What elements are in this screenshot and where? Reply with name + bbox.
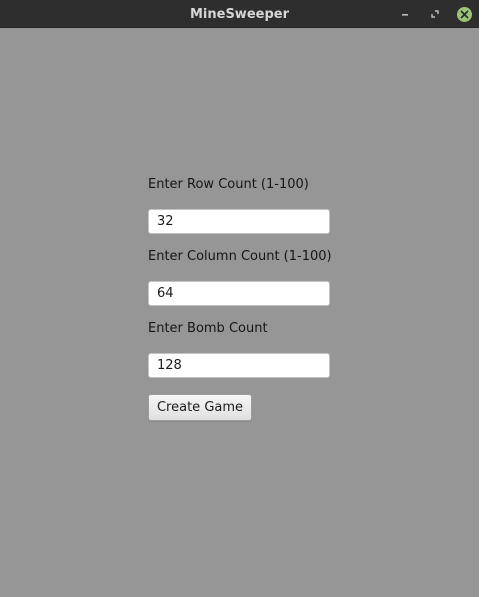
column-count-input[interactable] xyxy=(148,281,330,306)
close-icon xyxy=(460,10,468,18)
close-button[interactable] xyxy=(456,6,472,22)
restore-icon xyxy=(431,10,439,18)
column-count-label: Enter Column Count (1-100) xyxy=(148,249,332,264)
minimize-button[interactable] xyxy=(397,6,413,22)
row-count-label: Enter Row Count (1-100) xyxy=(148,177,309,192)
create-game-button[interactable]: Create Game xyxy=(148,394,252,421)
bomb-count-label: Enter Bomb Count xyxy=(148,321,268,336)
maximize-button[interactable] xyxy=(427,6,443,22)
bomb-count-input[interactable] xyxy=(148,353,330,378)
app-window: MineSweeper Enter Row Count (1-100) Ente… xyxy=(0,0,479,597)
close-button-circle xyxy=(456,6,472,22)
row-count-input[interactable] xyxy=(148,209,330,234)
minimize-icon xyxy=(402,14,408,16)
title-bar[interactable]: MineSweeper xyxy=(0,0,479,28)
